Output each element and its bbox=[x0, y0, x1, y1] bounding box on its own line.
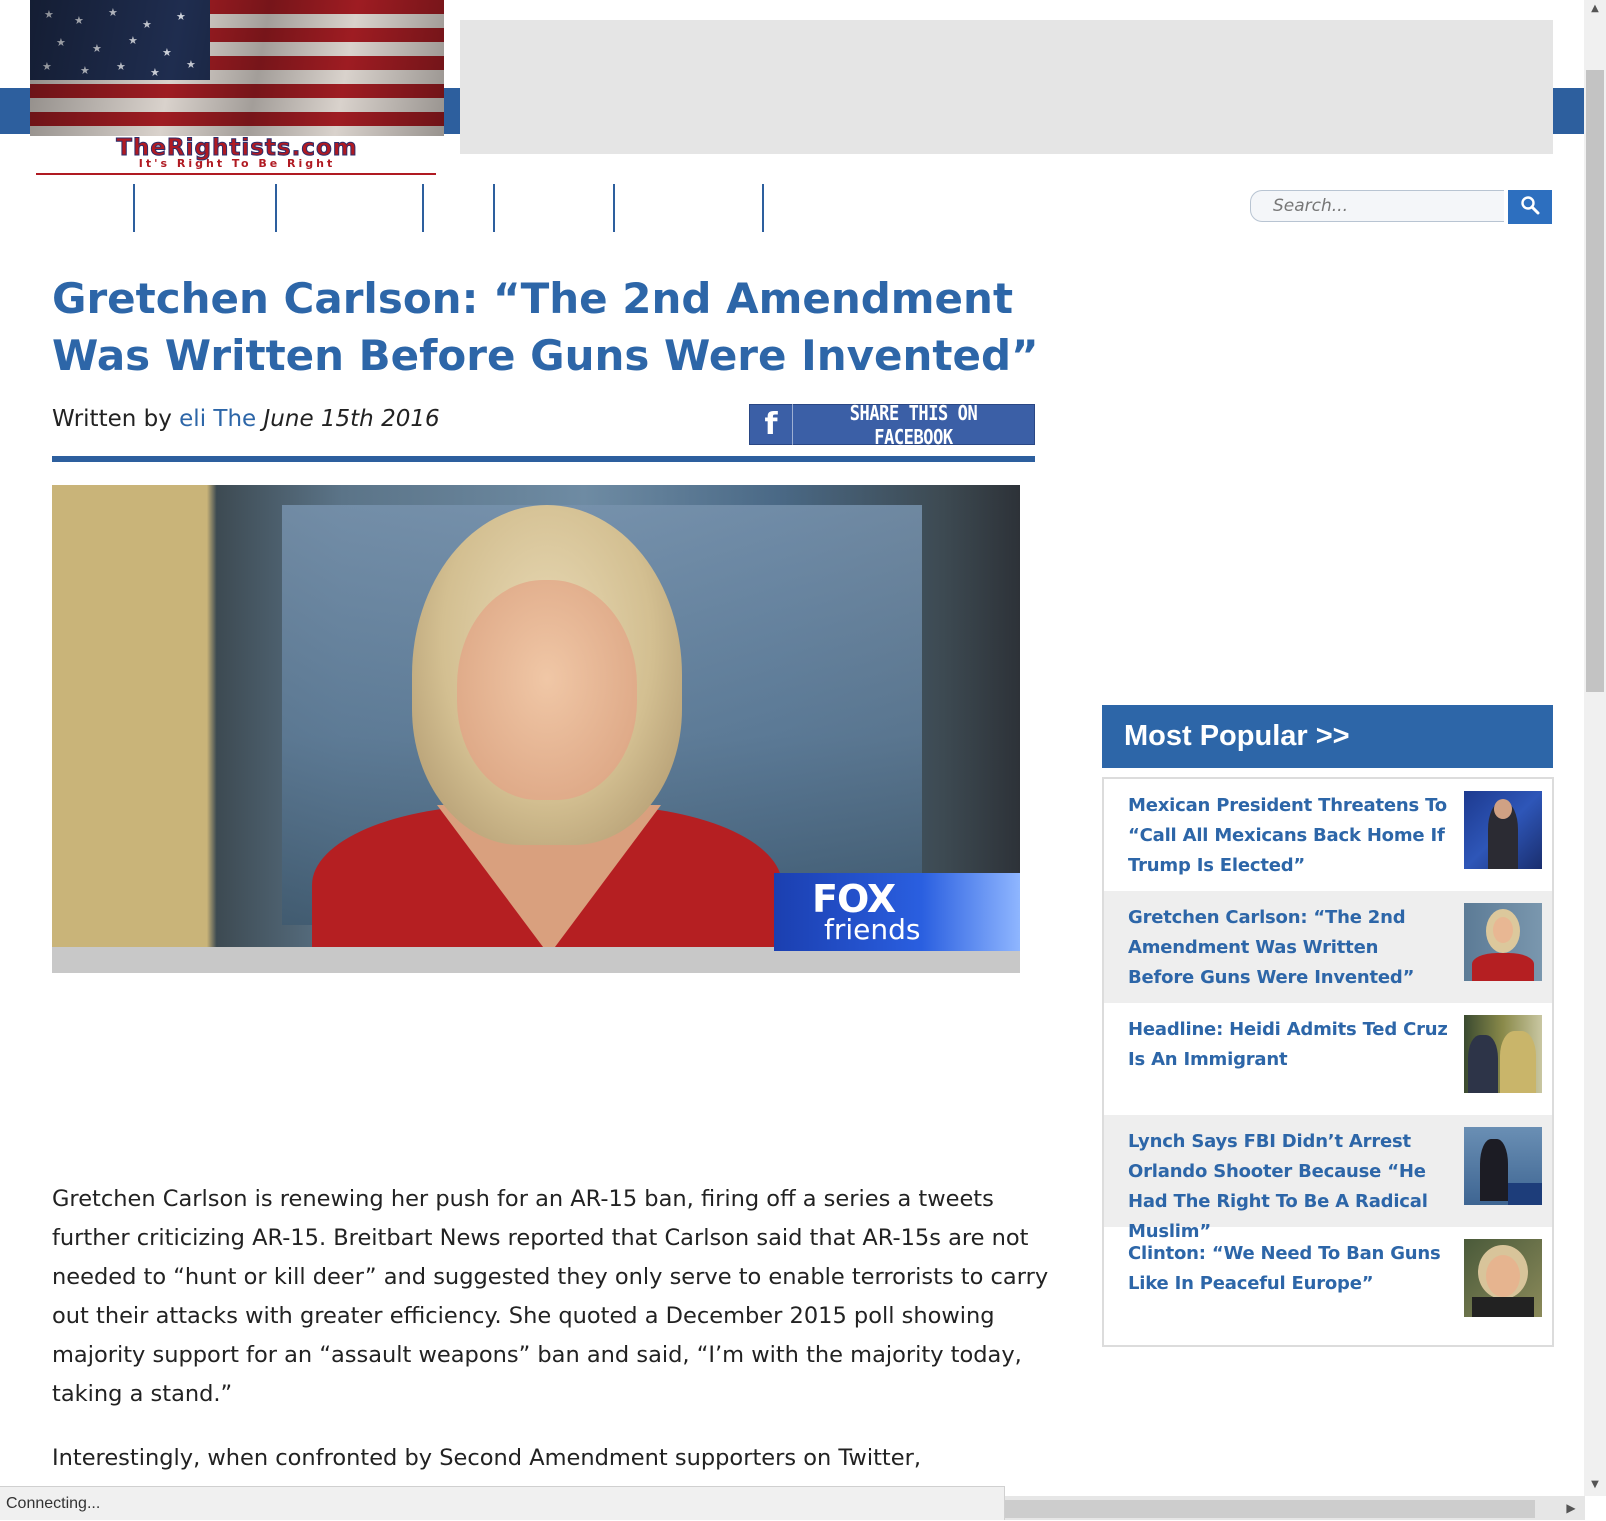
popular-item[interactable]: Headline: Heidi Admits Ted Cruz Is An Im… bbox=[1104, 1003, 1552, 1115]
facebook-icon: f bbox=[750, 404, 793, 445]
logo-tagline: It's Right To Be Right bbox=[138, 157, 336, 170]
scrollbar-thumb[interactable] bbox=[1005, 1500, 1535, 1518]
facebook-share-label: SHARE THIS ON FACEBOOK bbox=[849, 400, 978, 449]
popular-item[interactable]: Lynch Says FBI Didn’t Arrest Orlando Sho… bbox=[1104, 1115, 1552, 1242]
hero-image: FOX friends bbox=[52, 485, 1020, 973]
article-body: Gretchen Carlson is renewing her push fo… bbox=[52, 1180, 1052, 1503]
popular-item-title[interactable]: Gretchen Carlson: “The 2nd Amendment Was… bbox=[1128, 903, 1450, 993]
popular-item[interactable]: Gretchen Carlson: “The 2nd Amendment Was… bbox=[1104, 891, 1552, 1003]
horizontal-scrollbar[interactable] bbox=[1005, 1496, 1585, 1520]
nav-separator bbox=[613, 184, 615, 232]
title-divider bbox=[52, 456, 1035, 462]
popular-item-thumbnail[interactable] bbox=[1464, 1015, 1542, 1093]
search-button[interactable] bbox=[1508, 190, 1552, 224]
scrollbar-thumb[interactable] bbox=[1586, 70, 1604, 692]
popular-item-thumbnail[interactable] bbox=[1464, 903, 1542, 981]
scroll-right-icon[interactable]: ▶ bbox=[1560, 1496, 1582, 1520]
nav-band-end bbox=[1556, 88, 1584, 134]
search-icon bbox=[1520, 195, 1540, 219]
browser-status-bar: Connecting... bbox=[0, 1486, 1005, 1520]
search-input[interactable] bbox=[1250, 190, 1504, 222]
ad-banner[interactable] bbox=[460, 20, 1553, 154]
facebook-share-button[interactable]: f SHARE THIS ON FACEBOOK bbox=[749, 401, 1035, 449]
popular-item[interactable]: Clinton: “We Need To Ban Guns Like In Pe… bbox=[1104, 1227, 1552, 1339]
scroll-down-icon[interactable]: ▼ bbox=[1584, 1476, 1606, 1494]
nav-separator bbox=[133, 184, 135, 232]
most-popular-header[interactable]: Most Popular >> bbox=[1102, 705, 1553, 768]
nav-separator bbox=[422, 184, 424, 232]
popular-item-thumbnail[interactable] bbox=[1464, 1127, 1542, 1205]
publish-date: June 15th 2016 bbox=[263, 406, 440, 432]
nav-separator bbox=[493, 184, 495, 232]
fox-friends-logo: FOX friends bbox=[774, 873, 1020, 951]
search-box bbox=[1250, 190, 1554, 224]
friends-logo-text: friends bbox=[824, 913, 921, 946]
most-popular-list: Mexican President Threatens To “Call All… bbox=[1102, 777, 1554, 1347]
popular-item-title[interactable]: Clinton: “We Need To Ban Guns Like In Pe… bbox=[1128, 1239, 1450, 1299]
nav-separator bbox=[762, 184, 764, 232]
popular-item-thumbnail[interactable] bbox=[1464, 791, 1542, 869]
article-paragraph: Interestingly, when confronted by Second… bbox=[52, 1445, 921, 1471]
popular-item-thumbnail[interactable] bbox=[1464, 1239, 1542, 1317]
nav-separator bbox=[275, 184, 277, 232]
article-title: Gretchen Carlson: “The 2nd Amendment Was… bbox=[52, 274, 1039, 380]
popular-item-title[interactable]: Mexican President Threatens To “Call All… bbox=[1128, 791, 1450, 881]
popular-item-title[interactable]: Headline: Heidi Admits Ted Cruz Is An Im… bbox=[1128, 1015, 1450, 1075]
vertical-scrollbar[interactable]: ▲ ▼ bbox=[1584, 0, 1606, 1496]
scroll-up-icon[interactable]: ▲ bbox=[1584, 0, 1606, 18]
article-paragraph: Gretchen Carlson is renewing her push fo… bbox=[52, 1186, 1049, 1407]
byline: Written by eli The June 15th 2016 bbox=[52, 406, 440, 432]
author-link[interactable]: eli The bbox=[179, 406, 256, 432]
popular-item[interactable]: Mexican President Threatens To “Call All… bbox=[1104, 779, 1552, 891]
byline-prefix: Written by bbox=[52, 406, 172, 432]
site-logo[interactable]: ★★★★★ ★★★★ ★★★★★ TheRightists.com It's R… bbox=[30, 0, 444, 176]
